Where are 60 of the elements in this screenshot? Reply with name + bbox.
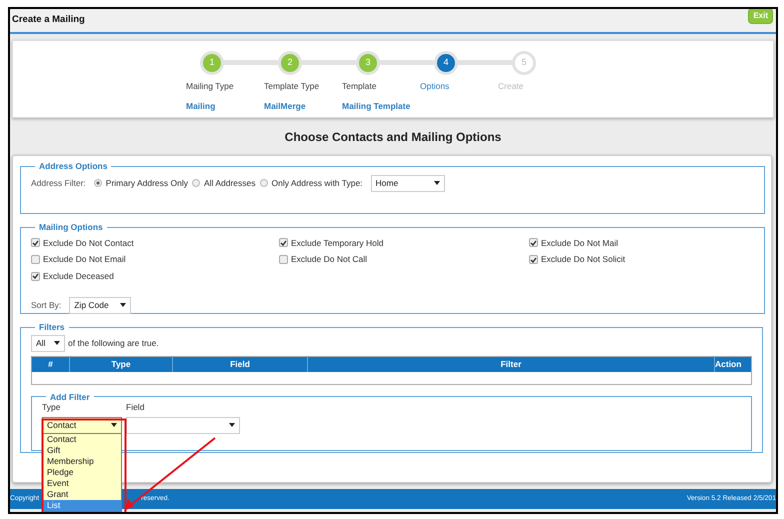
step-label: Template Type [264,80,320,93]
checkbox-label: Exclude Do Not Contact [43,236,134,250]
checkbox[interactable] [31,238,40,248]
checkbox-label: Exclude Temporary Hold [291,236,384,250]
step-circle[interactable]: 4 [434,51,458,75]
dropdown-option[interactable]: Contact [43,434,121,445]
caret-icon [434,181,440,185]
section-legend: Add Filter [46,392,94,401]
checkbox-label: Exclude Do Not Email [43,253,126,266]
caret-icon [120,303,126,308]
checkbox[interactable] [279,238,288,248]
radio-button[interactable] [192,179,200,187]
select-field[interactable]: All [31,334,65,352]
dropdown-option[interactable]: Event [43,478,121,489]
select-field[interactable] [126,416,240,434]
checkbox-label: Exclude Do Not Solicit [541,253,626,266]
column-header: Type [70,356,172,372]
dropdown-option[interactable]: Pledge [43,466,121,478]
caret-icon [229,423,235,428]
section-legend: Mailing Options [35,223,107,232]
radio-button[interactable] [260,179,268,187]
radio-button[interactable] [94,179,102,187]
field-label: Sort By: [31,298,62,312]
section-legend: Filters [35,323,69,332]
column-header: Field [172,356,308,372]
checkbox[interactable] [279,255,288,264]
checkbox[interactable] [31,255,40,264]
radio-label: Only Address with Type: [272,176,363,190]
select-field[interactable]: Zip Code [69,296,132,314]
column-header: Filter [308,356,714,372]
step-value[interactable]: Mailing [186,100,216,112]
step-label: Options [420,80,450,93]
dropdown-option[interactable]: Gift [43,444,121,456]
caret-icon [111,423,117,428]
checkbox-label: Exclude Deceased [43,270,114,283]
radio-label: All Addresses [204,176,256,190]
step-value[interactable]: MailMerge [264,100,306,112]
field-label: Type [42,401,62,414]
checkbox-label: Exclude Do Not Call [291,253,368,266]
dropdown-option[interactable]: Membership [43,456,121,467]
radio-label: Primary Address Only [106,176,188,190]
step-label: Mailing Type [186,80,234,93]
checkbox[interactable] [529,255,538,264]
column-header: Action [714,356,752,372]
select-field[interactable]: Home [370,174,445,192]
step-value[interactable]: Mailing Template [342,100,410,112]
page-heading: Choose Contacts and Mailing Options [284,129,502,146]
caret-icon [54,341,60,345]
section-legend: Address Options [35,162,112,170]
dropdown-option[interactable]: Grant [43,488,121,500]
step-label: Create [498,80,524,93]
step-label: Template [342,80,376,93]
field-label: Field [126,401,146,414]
checkbox[interactable] [31,272,40,281]
match-text: of the following are true. [68,336,159,350]
checkbox-label: Exclude Do Not Mail [541,236,618,250]
field-label: Address Filter: [31,176,86,190]
checkbox[interactable] [529,238,538,248]
column-header: # [32,356,70,372]
window-title: Create a Mailing [12,13,85,28]
